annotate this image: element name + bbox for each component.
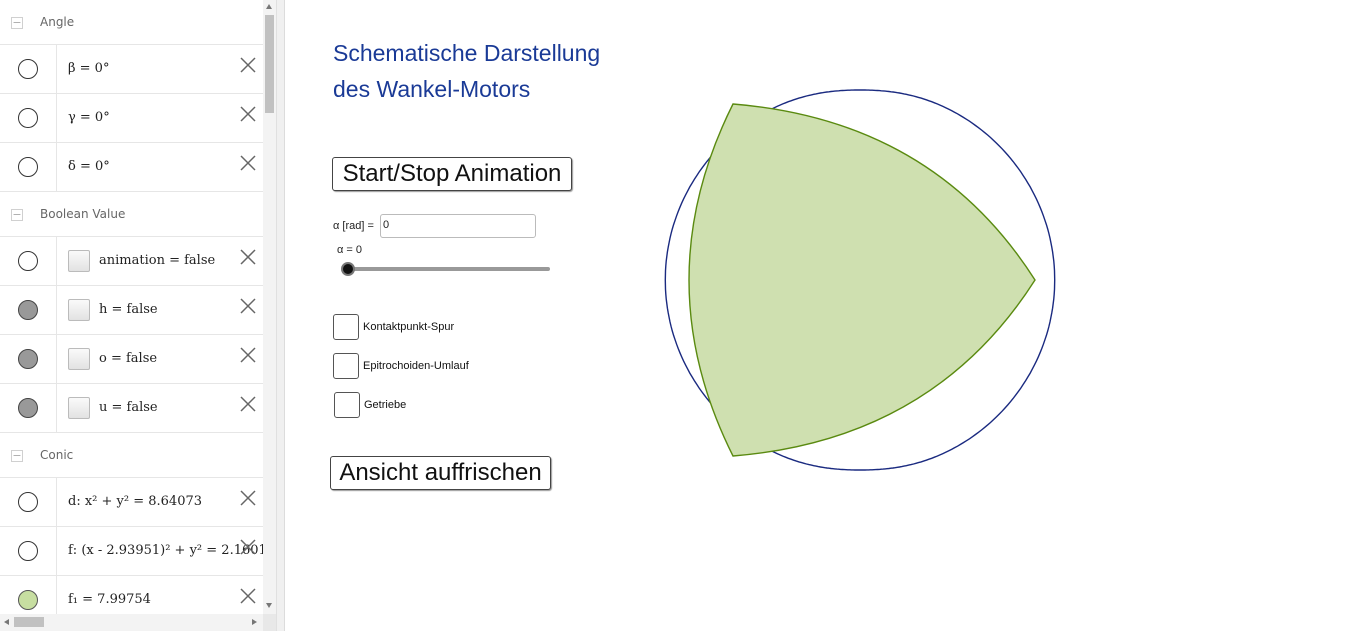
horizontal-scrollbar[interactable] (0, 614, 263, 631)
close-icon[interactable] (238, 394, 258, 414)
algebra-row-d[interactable]: d: x² + y² = 8.64073 (0, 478, 263, 527)
scroll-right-icon[interactable] (252, 619, 257, 625)
row-divider (56, 335, 57, 383)
getriebe-checkbox[interactable] (334, 392, 360, 418)
visibility-toggle-icon[interactable] (18, 59, 38, 79)
scroll-up-icon[interactable] (266, 4, 272, 9)
alpha-slider-knob[interactable] (341, 262, 355, 276)
visibility-toggle-icon[interactable] (18, 541, 38, 561)
scroll-left-icon[interactable] (4, 619, 9, 625)
row-divider (56, 94, 57, 142)
alpha-slider-label: α = 0 (337, 244, 363, 256)
collapse-icon[interactable]: − (11, 17, 23, 29)
visibility-toggle-icon[interactable] (18, 349, 38, 369)
algebra-view: − Angle β = 0° γ = 0° δ = 0° − Boolean V… (0, 0, 276, 631)
algebra-expression[interactable]: δ = 0° (68, 159, 110, 174)
algebra-row-animation[interactable]: animation = false (0, 237, 263, 286)
view-splitter[interactable] (276, 0, 285, 631)
epitrochoiden-umlauf-label: Epitrochoiden-Umlauf (363, 360, 469, 372)
visibility-toggle-icon[interactable] (18, 251, 38, 271)
category-title: Boolean Value (40, 207, 126, 221)
visibility-toggle-icon[interactable] (18, 108, 38, 128)
kontaktpunkt-spur-checkbox[interactable] (333, 314, 359, 340)
algebra-expression[interactable]: h = false (99, 302, 158, 317)
category-title: Conic (40, 448, 74, 462)
algebra-list: − Angle β = 0° γ = 0° δ = 0° − Boolean V… (0, 0, 275, 625)
row-divider (56, 478, 57, 526)
alpha-slider-track[interactable] (345, 267, 550, 271)
rotor-reuleaux-triangle (688, 103, 1036, 457)
algebra-expression[interactable]: animation = false (99, 253, 215, 268)
boolean-checkbox[interactable] (68, 299, 90, 321)
algebra-row-u[interactable]: u = false (0, 384, 263, 433)
close-icon[interactable] (238, 55, 258, 75)
category-conic[interactable]: − Conic (0, 433, 263, 478)
close-icon[interactable] (238, 153, 258, 173)
category-boolean-value[interactable]: − Boolean Value (0, 192, 263, 237)
refresh-view-button[interactable]: Ansicht auffrischen (330, 456, 551, 490)
algebra-row-h[interactable]: h = false (0, 286, 263, 335)
epitrochoiden-umlauf-checkbox[interactable] (333, 353, 359, 379)
close-icon[interactable] (238, 537, 258, 557)
row-divider (56, 527, 57, 575)
scrollbar-thumb[interactable] (265, 15, 274, 113)
visibility-toggle-icon[interactable] (18, 492, 38, 512)
getriebe-label: Getriebe (364, 399, 407, 411)
close-icon[interactable] (238, 247, 258, 267)
page-title-line1: Schematische Darstellung (333, 40, 601, 66)
row-divider (56, 237, 57, 285)
page-title-line2: des Wankel-Motors (333, 76, 531, 102)
visibility-toggle-icon[interactable] (18, 300, 38, 320)
algebra-expression[interactable]: γ = 0° (68, 110, 110, 125)
scrollbar-thumb[interactable] (14, 617, 44, 627)
close-icon[interactable] (238, 488, 258, 508)
algebra-expression[interactable]: f₁ = 7.99754 (68, 592, 151, 607)
close-icon[interactable] (238, 104, 258, 124)
start-stop-animation-button[interactable]: Start/Stop Animation (332, 157, 572, 191)
boolean-checkbox[interactable] (68, 348, 90, 370)
collapse-icon[interactable]: − (11, 450, 23, 462)
close-icon[interactable] (238, 586, 258, 606)
algebra-expression[interactable]: d: x² + y² = 8.64073 (68, 494, 202, 509)
visibility-toggle-icon[interactable] (18, 398, 38, 418)
close-icon[interactable] (238, 345, 258, 365)
category-angle[interactable]: − Angle (0, 0, 263, 45)
category-title: Angle (40, 15, 75, 29)
graphics-view[interactable]: Schematische Darstellung des Wankel-Moto… (285, 0, 1366, 631)
row-divider (56, 286, 57, 334)
visibility-toggle-icon[interactable] (18, 590, 38, 610)
row-divider (56, 45, 57, 93)
collapse-icon[interactable]: − (11, 209, 23, 221)
algebra-row-o[interactable]: o = false (0, 335, 263, 384)
close-icon[interactable] (238, 296, 258, 316)
boolean-checkbox[interactable] (68, 397, 90, 419)
vertical-scrollbar[interactable] (263, 0, 276, 614)
boolean-checkbox[interactable] (68, 250, 90, 272)
algebra-row-f[interactable]: f: (x - 2.93951)² + y² = 2.16018 (0, 527, 275, 576)
scroll-down-icon[interactable] (266, 603, 272, 608)
algebra-expression[interactable]: β = 0° (68, 61, 109, 76)
alpha-input-label: α [rad] = (333, 220, 374, 232)
algebra-row-beta[interactable]: β = 0° (0, 45, 263, 94)
scrollbar-corner (263, 614, 276, 631)
algebra-expression[interactable]: o = false (99, 351, 157, 366)
row-divider (56, 384, 57, 432)
visibility-toggle-icon[interactable] (18, 157, 38, 177)
algebra-row-gamma[interactable]: γ = 0° (0, 94, 263, 143)
row-divider (56, 143, 57, 191)
algebra-expression[interactable]: u = false (99, 400, 158, 415)
algebra-row-delta[interactable]: δ = 0° (0, 143, 263, 192)
alpha-input-field[interactable]: 0 (380, 214, 536, 238)
kontaktpunkt-spur-label: Kontaktpunkt-Spur (363, 321, 455, 333)
